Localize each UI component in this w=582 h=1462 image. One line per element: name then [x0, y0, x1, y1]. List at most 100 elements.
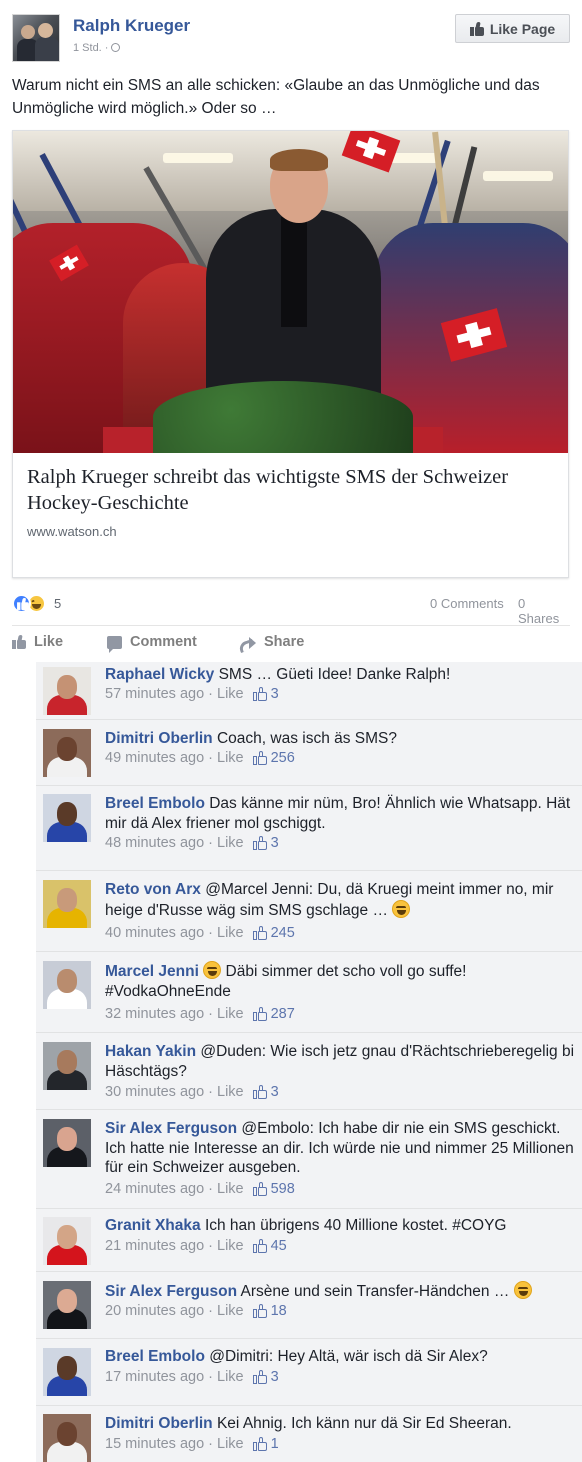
like-page-button[interactable]: Like Page: [455, 14, 570, 43]
commenter-avatar[interactable]: [43, 667, 91, 715]
comment-item: Raphael Wicky SMS … Güeti Idee! Danke Ra…: [36, 662, 582, 720]
commenter-avatar[interactable]: [43, 1348, 91, 1396]
commenter-avatar[interactable]: [43, 1042, 91, 1090]
share-action-button[interactable]: Share: [239, 634, 304, 650]
thumbs-up-icon: [252, 1085, 267, 1099]
comment-like-count[interactable]: 3: [252, 835, 279, 851]
commenter-avatar[interactable]: [43, 729, 91, 777]
reactions-count[interactable]: 5: [54, 596, 61, 611]
comment-like-count[interactable]: 1: [252, 1436, 279, 1452]
shares-count[interactable]: 0 Shares: [518, 596, 570, 626]
comment-author[interactable]: Breel Embolo: [105, 795, 205, 812]
comment-text: Raphael Wicky SMS … Güeti Idee! Danke Ra…: [105, 665, 580, 685]
comment-message: @Dimitri: Hey Altä, wär isch dä Sir Alex…: [209, 1348, 488, 1365]
like-reaction-icon[interactable]: [12, 594, 31, 613]
comment-like-link[interactable]: Like: [217, 1369, 244, 1385]
comment-like-link[interactable]: Like: [217, 1084, 244, 1100]
comment-text: Sir Alex Ferguson Arsène und sein Transf…: [105, 1281, 580, 1302]
comment-like-count[interactable]: 3: [252, 1084, 279, 1100]
comment-like-count[interactable]: 598: [252, 1181, 295, 1197]
comment-author[interactable]: Breel Embolo: [105, 1348, 205, 1365]
comment-item: Breel Embolo @Dimitri: Hey Altä, wär isc…: [36, 1339, 582, 1406]
comment-time[interactable]: 57 minutes ago: [105, 686, 204, 702]
comment-time[interactable]: 20 minutes ago: [105, 1303, 204, 1319]
page-name[interactable]: Ralph Krueger: [73, 16, 190, 36]
comment-author[interactable]: Reto von Arx: [105, 881, 201, 898]
thumbs-up-icon: [252, 1304, 267, 1318]
commenter-avatar[interactable]: [43, 1281, 91, 1329]
comment-time[interactable]: 40 minutes ago: [105, 925, 204, 941]
comment-like-link[interactable]: Like: [217, 835, 244, 851]
reactions-summary: 5 0 Comments 0 Shares: [12, 592, 570, 626]
thumbs-up-icon: [252, 836, 267, 850]
like-action-label: Like: [34, 634, 64, 650]
commenter-avatar[interactable]: [43, 1217, 91, 1265]
link-preview-card[interactable]: Ralph Krueger schreibt das wichtigste SM…: [12, 130, 569, 578]
comment-time[interactable]: 48 minutes ago: [105, 835, 204, 851]
commenter-avatar[interactable]: [43, 794, 91, 842]
commenter-avatar[interactable]: [43, 961, 91, 1009]
comment-like-link[interactable]: Like: [217, 1238, 244, 1254]
link-preview-image[interactable]: [13, 131, 568, 453]
commenter-avatar[interactable]: [43, 880, 91, 928]
comment-author[interactable]: Sir Alex Ferguson: [105, 1283, 237, 1300]
comment-like-count[interactable]: 3: [252, 686, 279, 702]
comment-like-link[interactable]: Like: [217, 1006, 244, 1022]
laughing-emoji-icon: [513, 1281, 532, 1299]
comment-time[interactable]: 24 minutes ago: [105, 1181, 204, 1197]
thumbs-up-icon: [469, 21, 484, 36]
comment-like-count[interactable]: 3: [252, 1369, 279, 1385]
comment-likes-number: 245: [270, 925, 295, 941]
comment-time[interactable]: 15 minutes ago: [105, 1436, 204, 1452]
comment-meta: 48 minutes ago · Like 3: [105, 835, 279, 851]
comment-like-link[interactable]: Like: [217, 1303, 244, 1319]
comment-like-count[interactable]: 45: [252, 1238, 287, 1254]
commenter-avatar[interactable]: [43, 1119, 91, 1167]
comment-author[interactable]: Hakan Yakin: [105, 1043, 196, 1060]
comment-text: Sir Alex Ferguson @Embolo: Ich habe dir …: [105, 1119, 580, 1178]
comment-time[interactable]: 21 minutes ago: [105, 1238, 204, 1254]
comment-like-count[interactable]: 287: [252, 1006, 295, 1022]
comment-meta: 32 minutes ago · Like 287: [105, 1006, 295, 1022]
comment-item: Sir Alex Ferguson @Embolo: Ich habe dir …: [36, 1110, 582, 1209]
comment-like-link[interactable]: Like: [217, 1181, 244, 1197]
comment-author[interactable]: Raphael Wicky: [105, 666, 214, 683]
comment-likes-number: 287: [270, 1006, 295, 1022]
like-action-button[interactable]: Like: [12, 634, 63, 650]
comment-time[interactable]: 17 minutes ago: [105, 1369, 204, 1385]
post-timestamp[interactable]: 1 Std. ·: [73, 42, 121, 54]
comment-action-button[interactable]: Comment: [107, 634, 197, 653]
laughing-emoji-icon: [203, 961, 222, 979]
comment-likes-number: 18: [270, 1303, 287, 1319]
comment-like-count[interactable]: 256: [252, 750, 295, 766]
comment-item: Dimitri Oberlin Kei Ahnig. Ich känn nur …: [36, 1406, 582, 1462]
comments-count[interactable]: 0 Comments: [430, 596, 504, 611]
comment-author[interactable]: Sir Alex Ferguson: [105, 1120, 237, 1137]
commenter-avatar[interactable]: [43, 1414, 91, 1462]
comment-text: Reto von Arx @Marcel Jenni: Du, dä Krueg…: [105, 880, 580, 920]
comment-author[interactable]: Dimitri Oberlin: [105, 1415, 213, 1432]
comment-author[interactable]: Granit Xhaka: [105, 1217, 201, 1234]
comment-like-link[interactable]: Like: [217, 750, 244, 766]
comment-text: Breel Embolo @Dimitri: Hey Altä, wär isc…: [105, 1347, 580, 1367]
comment-likes-number: 3: [270, 1084, 279, 1100]
comment-likes-number: 3: [270, 1369, 279, 1385]
comment-like-link[interactable]: Like: [217, 925, 244, 941]
comment-like-link[interactable]: Like: [217, 686, 244, 702]
comment-meta: 21 minutes ago · Like 45: [105, 1238, 287, 1254]
comment-text: Dimitri Oberlin Kei Ahnig. Ich känn nur …: [105, 1414, 580, 1434]
page-avatar[interactable]: [12, 14, 60, 62]
comment-author[interactable]: Marcel Jenni: [105, 963, 199, 980]
comment-meta: 15 minutes ago · Like 1: [105, 1436, 279, 1452]
comment-like-count[interactable]: 18: [252, 1303, 287, 1319]
laughing-emoji-icon: [392, 899, 411, 918]
link-title[interactable]: Ralph Krueger schreibt das wichtigste SM…: [27, 464, 557, 516]
comment-author[interactable]: Dimitri Oberlin: [105, 730, 213, 747]
comment-like-link[interactable]: Like: [217, 1436, 244, 1452]
thumbs-up-icon: [252, 1007, 267, 1021]
comment-time[interactable]: 32 minutes ago: [105, 1006, 204, 1022]
comment-time[interactable]: 30 minutes ago: [105, 1084, 204, 1100]
comment-message: SMS … Güeti Idee! Danke Ralph!: [218, 666, 451, 683]
comment-time[interactable]: 49 minutes ago: [105, 750, 204, 766]
comment-like-count[interactable]: 245: [252, 925, 295, 941]
